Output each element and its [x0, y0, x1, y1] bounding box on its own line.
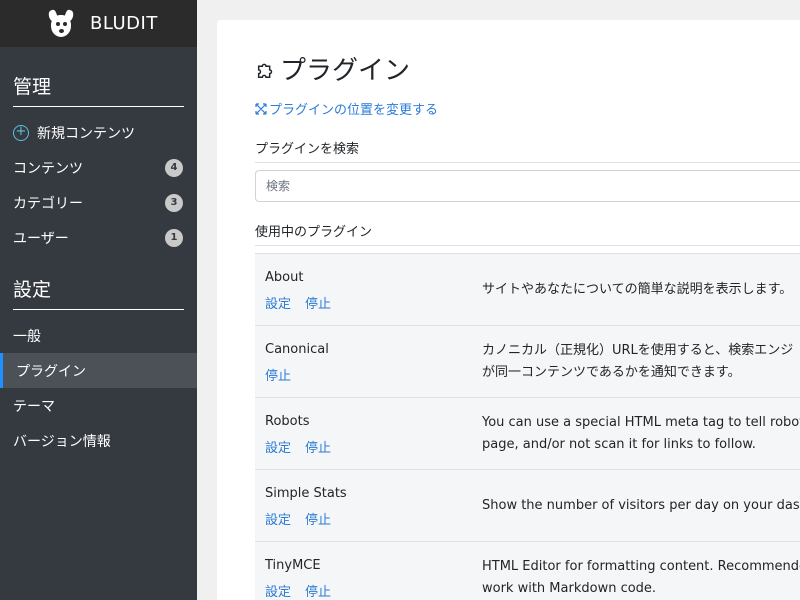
plugin-actions: 停止	[265, 365, 291, 384]
count-badge: 4	[165, 158, 183, 177]
main-card: プラグイン プラグインの位置を変更する プラグインを検索 使用中のプラグイン A…	[217, 20, 800, 600]
sidebar-item-content[interactable]: コンテンツ 4	[0, 150, 197, 185]
plugin-settings-link[interactable]: 設定	[265, 293, 291, 312]
plugin-actions: 設定 停止	[265, 581, 331, 600]
plugin-settings-link[interactable]: 設定	[265, 437, 291, 456]
count-badge: 3	[165, 193, 183, 212]
plugin-description: カノニカル（正規化）URLを使用すると、検索エンジ が同一コンテンツであるかを通…	[482, 326, 800, 398]
plugins-table: About 設定 停止 サイトやあなたについての簡単な説明を表示します。 Can…	[255, 253, 800, 600]
plugin-row-simple-stats: Simple Stats 設定 停止 Show the number of vi…	[255, 469, 800, 541]
plugin-disable-link[interactable]: 停止	[305, 581, 331, 600]
dog-logo-icon	[46, 8, 76, 39]
plugin-actions: 設定 停止	[265, 509, 331, 528]
plugin-name: Canonical	[265, 342, 329, 357]
plugin-row-about: About 設定 停止 サイトやあなたについての簡単な説明を表示します。	[255, 253, 800, 325]
plugin-desc-line: サイトやあなたについての簡単な説明を表示します。	[482, 282, 793, 297]
plugin-desc-line: カノニカル（正規化）URLを使用すると、検索エンジ	[482, 343, 794, 358]
plugin-desc-line: work with Markdown code.	[482, 581, 657, 596]
plugin-description: HTML Editor for formatting content. Reco…	[482, 542, 800, 600]
plugin-name: Robots	[265, 414, 310, 429]
divider	[255, 245, 800, 246]
plugin-settings-link[interactable]: 設定	[265, 509, 291, 528]
plugin-actions: 設定 停止	[265, 437, 331, 456]
sidebar-item-label: バージョン情報	[13, 433, 111, 450]
plugin-row-tinymce: TinyMCE 設定 停止 HTML Editor for formatting…	[255, 541, 800, 600]
plugin-row-robots: Robots 設定 停止 You can use a special HTML …	[255, 397, 800, 469]
plugin-disable-link[interactable]: 停止	[305, 293, 331, 312]
plus-circle-icon: +	[13, 124, 29, 141]
plugin-row-canonical: Canonical 停止 カノニカル（正規化）URLを使用すると、検索エンジ が…	[255, 325, 800, 397]
sidebar-item-label: 一般	[13, 328, 41, 345]
plugin-actions: 設定 停止	[265, 293, 331, 312]
sidebar-item-label: プラグイン	[16, 363, 86, 380]
section-title-settings: 設定	[13, 275, 184, 310]
reorder-plugins-link[interactable]: プラグインの位置を変更する	[255, 99, 438, 118]
sidebar-item-label: コンテンツ	[13, 160, 83, 177]
sidebar-item-general[interactable]: 一般	[0, 318, 197, 353]
manage-menu: + 新規コンテンツ コンテンツ 4 カテゴリー 3 ユーザー 1	[0, 115, 197, 255]
plugin-desc-line: Show the number of visitors per day on y…	[482, 498, 800, 513]
sidebar-item-label: テーマ	[13, 398, 55, 415]
count-badge: 1	[165, 228, 183, 247]
settings-menu: 一般 プラグイン テーマ バージョン情報	[0, 318, 197, 458]
plugin-name: Simple Stats	[265, 486, 347, 501]
sidebar-item-about[interactable]: バージョン情報	[0, 423, 197, 458]
plugin-disable-link[interactable]: 停止	[305, 509, 331, 528]
puzzle-icon	[257, 63, 273, 78]
plugin-disable-link[interactable]: 停止	[305, 437, 331, 456]
plugin-settings-link[interactable]: 設定	[265, 581, 291, 600]
search-section-label: プラグインを検索	[255, 142, 360, 157]
sidebar-item-users[interactable]: ユーザー 1	[0, 220, 197, 255]
divider	[255, 162, 800, 163]
plugin-description: サイトやあなたについての簡単な説明を表示します。	[482, 254, 800, 326]
enabled-plugins-label: 使用中のプラグイン	[255, 225, 373, 240]
section-title-manage: 管理	[13, 72, 184, 107]
plugin-name: TinyMCE	[265, 558, 321, 573]
plugin-desc-line: が同一コンテンツであるかを通知できます。	[482, 365, 741, 380]
sidebar-item-themes[interactable]: テーマ	[0, 388, 197, 423]
brand-name: BLUDIT	[90, 13, 158, 34]
reorder-link-label: プラグインの位置を変更する	[269, 103, 439, 118]
plugin-desc-line: You can use a special HTML meta tag to t…	[482, 415, 800, 430]
plugin-description: You can use a special HTML meta tag to t…	[482, 398, 800, 470]
sidebar-item-label: ユーザー	[13, 230, 69, 247]
plugin-desc-line: HTML Editor for formatting content. Reco…	[482, 559, 800, 574]
plugin-description: Show the number of visitors per day on y…	[482, 470, 800, 542]
page-title: プラグイン	[255, 50, 410, 87]
sidebar-item-plugins[interactable]: プラグイン	[0, 353, 197, 388]
plugin-disable-link[interactable]: 停止	[265, 365, 291, 384]
plugin-desc-line: page, and/or not scan it for links to fo…	[482, 437, 756, 452]
page-title-text: プラグイン	[280, 56, 411, 86]
search-input[interactable]	[255, 170, 800, 202]
sidebar-item-categories[interactable]: カテゴリー 3	[0, 185, 197, 220]
sidebar-item-label: カテゴリー	[13, 195, 83, 212]
brand-header[interactable]: BLUDIT	[0, 0, 197, 47]
sidebar-item-new-content[interactable]: + 新規コンテンツ	[0, 115, 197, 150]
expand-arrows-icon	[255, 102, 267, 115]
sidebar: BLUDIT 管理 + 新規コンテンツ コンテンツ 4 カテゴリー 3 ユーザー…	[0, 0, 197, 600]
plugin-name: About	[265, 270, 304, 285]
sidebar-item-label: 新規コンテンツ	[37, 125, 135, 142]
